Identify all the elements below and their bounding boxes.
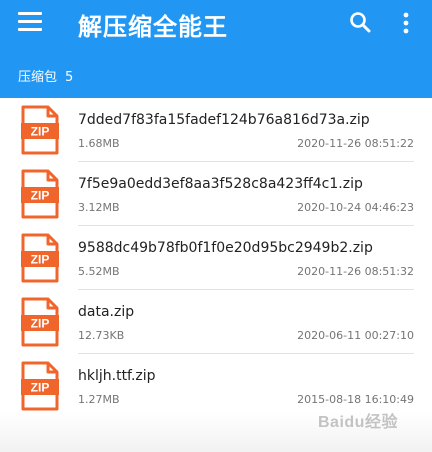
more-vert-icon[interactable]	[396, 10, 416, 36]
file-size: 1.68MB	[78, 137, 120, 150]
file-row[interactable]: ZIP data.zip 12.73KB 2020-06-11 00:27:10	[0, 290, 432, 354]
file-name: hkljh.ttf.zip	[78, 368, 156, 384]
search-icon[interactable]	[348, 10, 372, 34]
file-name: 7dded7f83fa15fadef124b76a816d73a.zip	[78, 112, 370, 128]
file-date: 2020-11-26 08:51:22	[297, 137, 414, 150]
file-row[interactable]: ZIP 7dded7f83fa15fadef124b76a816d73a.zip…	[0, 98, 432, 162]
svg-text:ZIP: ZIP	[31, 253, 50, 267]
watermark: Baidu经验	[318, 414, 398, 431]
file-name: data.zip	[78, 304, 135, 320]
file-date: 2020-10-24 04:46:23	[297, 201, 414, 214]
file-size: 3.12MB	[78, 201, 120, 214]
menu-icon[interactable]	[18, 12, 42, 32]
zip-file-icon: ZIP	[21, 233, 59, 283]
svg-text:ZIP: ZIP	[31, 317, 50, 331]
svg-text:ZIP: ZIP	[31, 125, 50, 139]
section-header: 压缩包 5	[18, 66, 73, 85]
file-date: 2020-06-11 00:27:10	[297, 329, 414, 342]
file-name: 7f5e9a0edd3ef8aa3f528c8a423ff4c1.zip	[78, 176, 363, 192]
file-row[interactable]: ZIP 9588dc49b78fb0f1f0e20d95bc2949b2.zip…	[0, 226, 432, 290]
file-size: 1.27MB	[78, 393, 120, 406]
file-list: ZIP 7dded7f83fa15fadef124b76a816d73a.zip…	[0, 98, 432, 418]
file-date: 2015-08-18 16:10:49	[297, 393, 414, 406]
zip-file-icon: ZIP	[21, 361, 59, 411]
zip-file-icon: ZIP	[21, 169, 59, 219]
section-count: 5	[65, 70, 74, 85]
file-size: 12.73KB	[78, 329, 125, 342]
file-name: 9588dc49b78fb0f1f0e20d95bc2949b2.zip	[78, 240, 373, 256]
zip-file-icon: ZIP	[21, 105, 59, 155]
zip-file-icon: ZIP	[21, 297, 59, 347]
svg-text:ZIP: ZIP	[31, 381, 50, 395]
app-title: 解压缩全能王	[78, 13, 228, 41]
file-size: 5.52MB	[78, 265, 120, 278]
svg-text:ZIP: ZIP	[31, 189, 50, 203]
app-bar: 解压缩全能王 压缩包 5	[0, 0, 432, 98]
file-date: 2020-11-26 08:51:32	[297, 265, 414, 278]
section-label: 压缩包	[18, 70, 58, 85]
file-row[interactable]: ZIP 7f5e9a0edd3ef8aa3f528c8a423ff4c1.zip…	[0, 162, 432, 226]
